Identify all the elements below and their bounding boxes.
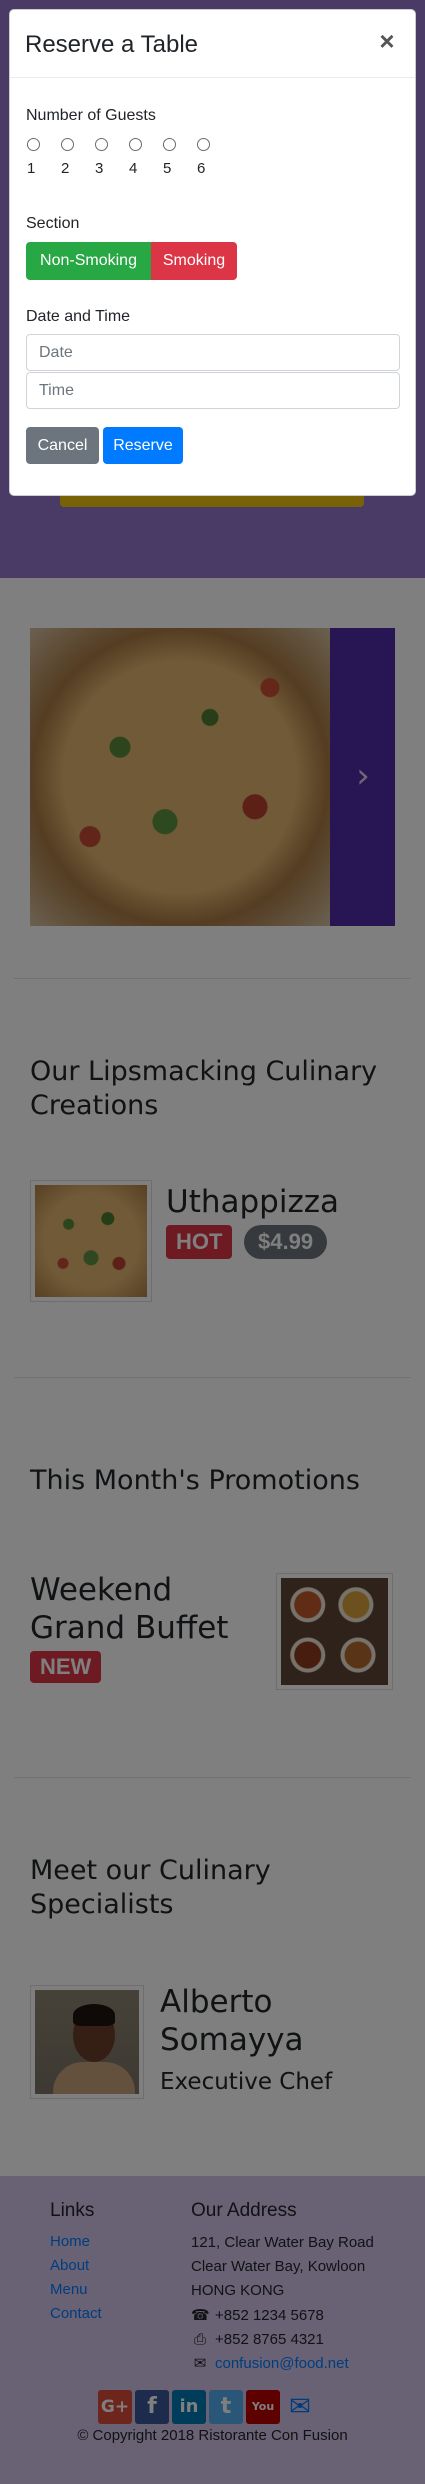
radio-icon[interactable] xyxy=(163,138,176,151)
modal-title: Reserve a Table xyxy=(25,31,198,58)
non-smoking-button[interactable]: Non-Smoking xyxy=(26,242,151,280)
guest-radio-2[interactable]: 2 xyxy=(60,134,78,179)
modal-header: Reserve a Table × xyxy=(10,10,415,78)
radio-icon[interactable] xyxy=(27,138,40,151)
close-icon[interactable]: × xyxy=(375,26,399,56)
datetime-label: Date and Time xyxy=(26,308,131,325)
guests-radio-group: 1 2 3 4 5 6 xyxy=(26,134,246,182)
smoking-button[interactable]: Smoking xyxy=(151,242,237,280)
radio-icon[interactable] xyxy=(61,138,74,151)
section-label: Section xyxy=(26,215,80,232)
time-input[interactable]: Time xyxy=(26,372,400,409)
guest-radio-6[interactable]: 6 xyxy=(196,134,214,179)
cancel-button[interactable]: Cancel xyxy=(26,427,99,464)
guest-radio-1[interactable]: 1 xyxy=(26,134,44,179)
guest-radio-3[interactable]: 3 xyxy=(94,134,112,179)
reserve-table-modal: Reserve a Table × Number of Guests 1 2 3… xyxy=(9,9,416,496)
radio-icon[interactable] xyxy=(129,138,142,151)
guest-radio-4[interactable]: 4 xyxy=(128,134,146,179)
guests-label: Number of Guests xyxy=(26,107,156,124)
reserve-button[interactable]: Reserve xyxy=(103,427,183,464)
radio-icon[interactable] xyxy=(197,138,210,151)
guest-radio-5[interactable]: 5 xyxy=(162,134,180,179)
radio-icon[interactable] xyxy=(95,138,108,151)
date-input[interactable]: Date xyxy=(26,334,400,371)
